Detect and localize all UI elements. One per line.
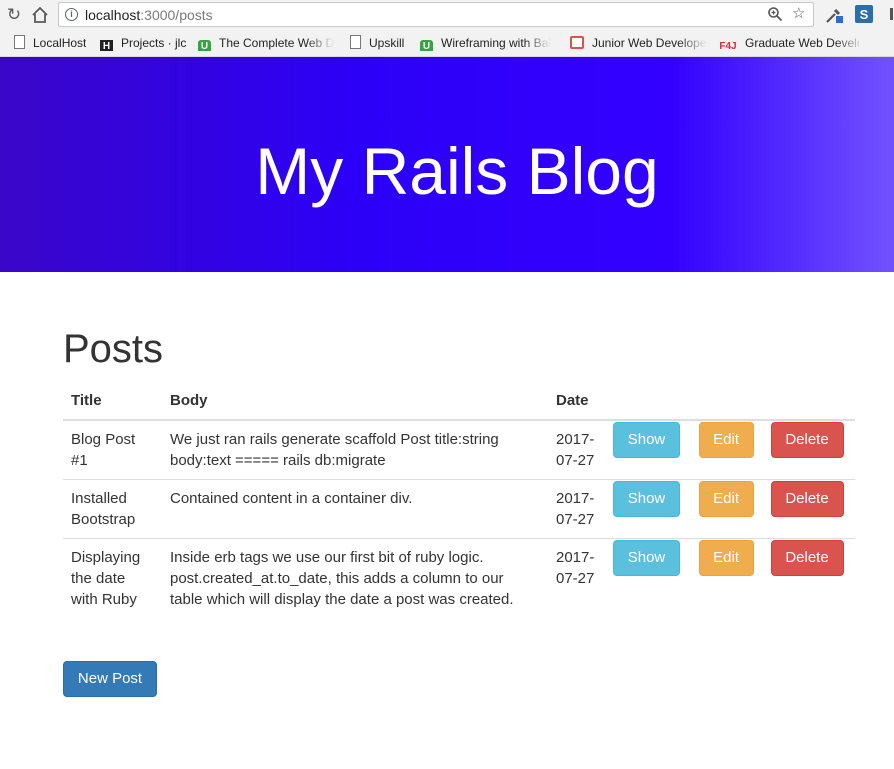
post-title: Blog Post #1 (71, 431, 136, 469)
h-icon: H (100, 40, 113, 51)
page-title: Posts (63, 327, 164, 371)
bookmark-junior-web[interactable]: Junior Web Develope (570, 35, 708, 51)
blog-title: My Rails Blog (255, 134, 659, 208)
post-date: 2017-07-27 (548, 538, 605, 618)
bookmark-label: Upskill (369, 36, 405, 50)
edit-cell: Edit (690, 479, 763, 539)
home-icon[interactable] (30, 5, 50, 25)
column-header-empty (762, 382, 855, 421)
url-host: localhost (85, 7, 141, 23)
u-icon: U (198, 40, 211, 51)
address-bar[interactable]: i localhost:3000/posts ☆ (58, 2, 814, 27)
delete-button[interactable]: Delete (770, 481, 844, 517)
column-header-title: Title (63, 382, 162, 421)
column-header-body: Body (162, 382, 548, 421)
bookmark-label: Junior Web Develope (592, 36, 707, 50)
edit-cell: Edit (691, 420, 763, 480)
table-header-row: Title Body Date (63, 382, 855, 421)
delete-cell: Delete (762, 479, 855, 539)
info-icon[interactable]: i (65, 8, 78, 21)
bookmarks-bar: LocalHost H Projects · jlc U The Complete … (0, 30, 894, 57)
svg-text:S: S (860, 7, 869, 22)
bookmark-label: Wireframing with Bal (441, 36, 552, 50)
post-date: 2017-07-27 (556, 431, 595, 469)
post-date: 2017-07-27 (548, 479, 605, 539)
post-body: Inside erb tags we use our first bit of … (162, 538, 548, 618)
delete-cell: Delete (762, 538, 855, 618)
delete-button[interactable]: Delete (770, 540, 844, 576)
star-icon[interactable]: ☆ (792, 5, 805, 22)
table-row: Displaying the date with Ruby Inside erb… (63, 538, 855, 618)
bookmark-projects[interactable]: H Projects · jlc (100, 35, 186, 51)
bookmark-label: Graduate Web Develo (745, 36, 859, 50)
column-header-date: Date (548, 382, 605, 421)
u-icon: U (420, 40, 433, 51)
show-button[interactable]: Show (613, 422, 680, 458)
bookmark-upskill[interactable]: Upskill (348, 35, 404, 51)
browser-toolbar: ↻ i localhost:3000/posts ☆ S (0, 0, 894, 30)
bag-icon (570, 36, 584, 49)
edit-button[interactable]: Edit (698, 481, 754, 517)
delete-cell: Delete (763, 420, 855, 480)
delete-button[interactable]: Delete (770, 422, 844, 458)
bookmark-localhost[interactable]: LocalHost (12, 35, 86, 51)
bookmark-graduate-web[interactable]: F4J Graduate Web Develo (719, 35, 859, 51)
page-icon (350, 35, 361, 49)
reload-icon[interactable]: ↻ (4, 5, 24, 25)
edit-button[interactable]: Edit (698, 422, 754, 458)
bookmark-complete-web[interactable]: U The Complete Web D (198, 35, 336, 51)
bookmark-label: Projects · jlc (121, 36, 187, 50)
show-cell: Show (605, 538, 691, 618)
menu-icon[interactable] (886, 5, 894, 23)
bookmark-label: LocalHost (33, 36, 87, 50)
f4j-icon: F4J (719, 41, 737, 51)
show-cell: Show (605, 420, 691, 480)
posts-table: Title Body Date Blog Post #1 We just ran… (63, 382, 855, 618)
s-extension-icon[interactable]: S (855, 5, 873, 23)
edit-cell: Edit (690, 538, 763, 618)
hero-banner: My Rails Blog (0, 57, 894, 272)
zoom-icon[interactable] (767, 6, 783, 26)
post-body: We just ran rails generate scaffold Post… (170, 431, 499, 469)
show-cell: Show (605, 479, 691, 539)
bookmark-label: The Complete Web D (219, 36, 335, 50)
edit-button[interactable]: Edit (698, 540, 754, 576)
table-row: Blog Post #1 We just ran rails generate … (63, 420, 855, 480)
post-body: Contained content in a container div. (162, 479, 548, 539)
show-button[interactable]: Show (613, 540, 680, 576)
show-button[interactable]: Show (613, 481, 680, 517)
post-title: Installed Bootstrap (63, 479, 162, 539)
bookmark-wireframing[interactable]: U Wireframing with Bal (420, 35, 558, 51)
table-row: Installed Bootstrap Contained content in… (63, 479, 855, 539)
post-title: Displaying the date with Ruby (63, 538, 162, 618)
new-post-button[interactable]: New Post (63, 661, 157, 697)
column-header-empty (605, 382, 691, 421)
column-header-empty (690, 382, 763, 421)
url-path: :3000/posts (140, 7, 213, 23)
eyedropper-extension-icon[interactable] (824, 5, 843, 23)
url-text[interactable]: localhost:3000/posts (85, 7, 213, 23)
page-icon (14, 35, 25, 49)
